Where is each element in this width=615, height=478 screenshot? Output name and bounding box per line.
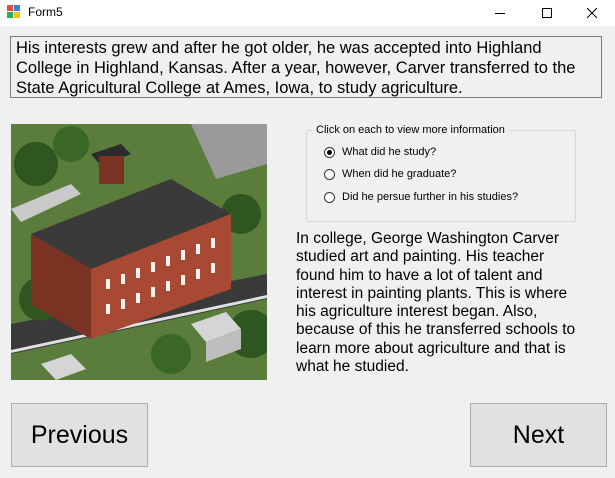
- info-text: In college, George Washington Carver stu…: [296, 230, 576, 376]
- college-building-image: [11, 124, 267, 380]
- radio-button[interactable]: [324, 168, 335, 180]
- app-icon: [7, 5, 21, 19]
- option-label: When did he graduate?: [342, 168, 457, 180]
- option-what-did-he-study[interactable]: What did he study?: [324, 146, 436, 158]
- close-button[interactable]: [569, 0, 615, 26]
- next-button[interactable]: Next: [470, 403, 607, 467]
- option-further-studies[interactable]: Did he persue further in his studies?: [324, 191, 518, 203]
- radio-button[interactable]: [324, 191, 335, 203]
- radio-button[interactable]: [324, 146, 335, 158]
- title-bar: Form5: [0, 0, 615, 26]
- close-icon: [587, 8, 597, 18]
- intro-text: His interests grew and after he got olde…: [10, 36, 602, 98]
- option-label: Did he persue further in his studies?: [342, 191, 519, 203]
- minimize-button[interactable]: [477, 0, 523, 26]
- maximize-button[interactable]: [524, 0, 570, 26]
- info-options-group: Click on each to view more information W…: [306, 124, 576, 222]
- option-label: What did he study?: [342, 146, 437, 158]
- maximize-icon: [542, 8, 552, 18]
- previous-button[interactable]: Previous: [11, 403, 148, 467]
- option-when-did-he-graduate[interactable]: When did he graduate?: [324, 168, 456, 180]
- window-title: Form5: [28, 5, 63, 19]
- group-legend: Click on each to view more information: [313, 124, 508, 136]
- minimize-icon: [495, 13, 505, 14]
